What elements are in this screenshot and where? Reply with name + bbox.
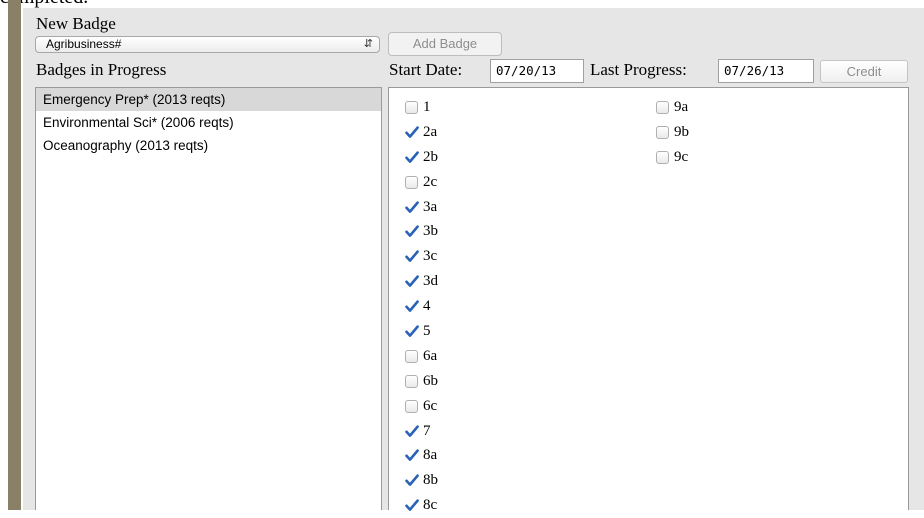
checkbox-checked-icon[interactable]: [405, 275, 419, 288]
requirement-item[interactable]: 9b: [656, 120, 689, 145]
checkbox-checked-icon[interactable]: [405, 151, 419, 164]
checkbox-checked-icon[interactable]: [405, 449, 419, 462]
requirement-item[interactable]: 9a: [656, 95, 689, 120]
requirement-label: 6c: [423, 397, 438, 414]
requirement-item[interactable]: 7: [405, 419, 438, 444]
badges-in-progress-label: Badges in Progress: [36, 60, 167, 79]
requirement-label: 6b: [423, 372, 438, 389]
last-progress-input[interactable]: 07/26/13: [718, 59, 814, 83]
requirement-item[interactable]: 6c: [405, 394, 438, 419]
requirement-item[interactable]: 5: [405, 319, 438, 344]
start-date-input[interactable]: 07/20/13: [490, 59, 584, 83]
badge-select[interactable]: Agribusiness# ⇵: [35, 36, 380, 53]
left-decorative-bar: [8, 0, 21, 510]
checkbox-checked-icon[interactable]: [405, 325, 419, 338]
requirement-label: 5: [423, 322, 431, 339]
checkbox-checked-icon[interactable]: [405, 126, 419, 139]
badges-in-progress-list: Emergency Prep* (2013 reqts) Environmenta…: [35, 87, 382, 510]
requirement-label: 2a: [423, 123, 438, 140]
credit-button[interactable]: Credit: [820, 60, 908, 83]
requirement-label: 9a: [674, 98, 689, 115]
select-arrows-icon: ⇵: [363, 38, 373, 50]
start-date-label: Start Date:: [389, 60, 463, 79]
requirement-label: 3b: [423, 223, 438, 240]
requirement-item[interactable]: 8b: [405, 468, 438, 493]
checkbox-checked-icon[interactable]: [405, 424, 419, 438]
requirement-item[interactable]: 2b: [405, 145, 438, 170]
requirement-label: 4: [423, 298, 431, 315]
requirement-item[interactable]: 3d: [405, 269, 438, 294]
requirement-label: 8b: [423, 472, 438, 489]
requirement-label: 9c: [674, 148, 689, 165]
requirements-panel: 1 2a 2b 2c 3a 3b 3c 3d 4 5 6a 6b 6c 7 8a 8b 8c 9a 9b 9c: [388, 87, 909, 513]
checkbox-unchecked-icon[interactable]: [656, 100, 669, 114]
checkbox-unchecked-icon[interactable]: [405, 374, 418, 388]
requirement-label: 8a: [423, 447, 438, 464]
requirement-item[interactable]: 4: [405, 294, 438, 319]
checkbox-unchecked-icon[interactable]: [656, 150, 669, 164]
badge-select-value: Agribusiness#: [46, 37, 122, 51]
checkbox-checked-icon[interactable]: [405, 474, 419, 487]
requirement-label: 9b: [674, 123, 689, 140]
requirement-item[interactable]: 6b: [405, 369, 438, 394]
requirement-label: 7: [423, 422, 431, 439]
requirement-item[interactable]: 8a: [405, 443, 438, 468]
requirement-item[interactable]: 3b: [405, 219, 438, 244]
checkbox-checked-icon[interactable]: [405, 499, 419, 512]
requirement-item[interactable]: 1: [405, 95, 438, 120]
last-progress-label: Last Progress:: [590, 60, 687, 79]
requirement-label: 2b: [423, 148, 438, 165]
checkbox-checked-icon[interactable]: [405, 300, 419, 313]
requirement-label: 3a: [423, 198, 438, 215]
badge-list-item[interactable]: Emergency Prep* (2013 reqts): [36, 88, 381, 111]
requirement-item[interactable]: 9c: [656, 145, 689, 170]
requirement-label: 8c: [423, 497, 438, 514]
requirement-label: 1: [423, 98, 431, 115]
badge-list-item[interactable]: Environmental Sci* (2006 reqts): [36, 111, 381, 134]
requirements-column-2: 9a 9b 9c: [656, 95, 689, 170]
requirement-item[interactable]: 6a: [405, 344, 438, 369]
requirement-item[interactable]: 2a: [405, 120, 438, 145]
requirement-label: 3c: [423, 248, 438, 265]
checkbox-checked-icon[interactable]: [405, 250, 419, 263]
requirement-item[interactable]: 3c: [405, 244, 438, 269]
requirement-label: 6a: [423, 347, 438, 364]
checkbox-unchecked-icon[interactable]: [656, 125, 669, 139]
add-badge-button[interactable]: Add Badge: [388, 32, 502, 56]
requirements-column-1: 1 2a 2b 2c 3a 3b 3c 3d 4 5 6a 6b 6c 7 8a 8b 8c: [405, 95, 438, 518]
checkbox-checked-icon[interactable]: [405, 225, 419, 238]
new-badge-label: New Badge: [36, 14, 116, 33]
checkbox-unchecked-icon[interactable]: [405, 175, 418, 189]
badge-list-item[interactable]: Oceanography (2013 reqts): [36, 134, 381, 157]
requirement-item[interactable]: 2c: [405, 170, 438, 195]
checkbox-unchecked-icon[interactable]: [405, 100, 418, 114]
checkbox-unchecked-icon[interactable]: [405, 399, 418, 413]
checkbox-checked-icon[interactable]: [405, 200, 419, 214]
checkbox-unchecked-icon[interactable]: [405, 349, 418, 363]
requirement-item[interactable]: 3a: [405, 195, 438, 220]
requirement-item[interactable]: 8c: [405, 493, 438, 518]
requirement-label: 3d: [423, 273, 438, 290]
requirement-label: 2c: [423, 173, 438, 190]
